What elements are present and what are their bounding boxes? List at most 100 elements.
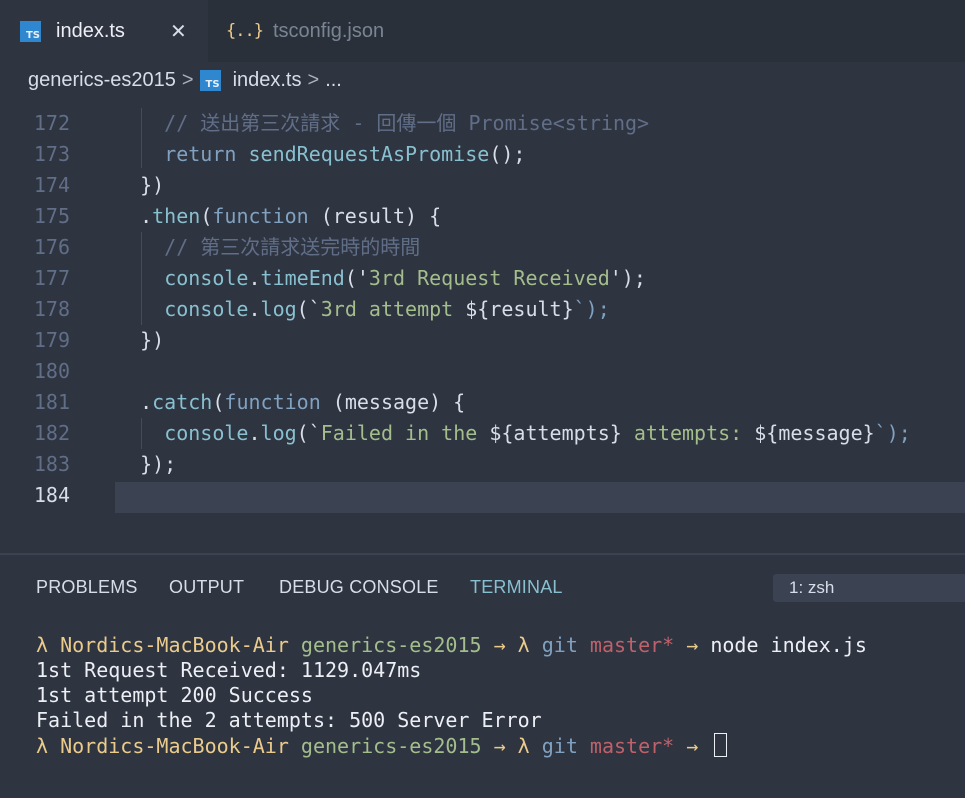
line-number: 177 xyxy=(33,266,70,290)
code-token: console xyxy=(164,421,249,445)
code-token: 3rd Request Received xyxy=(368,266,610,290)
close-icon[interactable]: ✕ xyxy=(170,19,187,44)
code-text: .then(function (result) { xyxy=(116,201,441,232)
terminal-output[interactable]: λ Nordics-MacBook-Air generics-es2015 → … xyxy=(36,633,867,758)
code-line: 176 // 第三次請求送完時的時間 xyxy=(0,232,965,263)
terminal-token: master* xyxy=(589,734,675,758)
code-token: `); xyxy=(573,297,610,321)
code-token: log xyxy=(260,421,297,445)
code-token: . xyxy=(248,421,261,445)
code-token: function xyxy=(224,390,321,414)
code-editor[interactable]: 172 // 送出第三次請求 - 回傳一個 Promise<string> 173… xyxy=(0,98,965,553)
line-number: 173 xyxy=(33,142,70,166)
code-line: 181 .catch(function (message) { xyxy=(0,387,965,418)
code-line: 175 .then(function (result) { xyxy=(0,201,965,232)
code-token: sendRequestAsPromise xyxy=(248,142,490,166)
terminal-token: 1st attempt 200 Success xyxy=(36,683,313,707)
line-number: 178 xyxy=(33,297,70,321)
code-token: console xyxy=(164,297,249,321)
json-braces-icon: {..} xyxy=(226,21,264,41)
terminal-line: 1st attempt 200 Success xyxy=(36,683,867,708)
code-line: 173 return sendRequestAsPromise(); xyxy=(0,139,965,170)
terminal-select[interactable]: 1: zsh xyxy=(773,574,965,602)
code-line: 174 }) xyxy=(0,170,965,201)
terminal-token: Failed in the 2 attempts: 500 Server Err… xyxy=(36,708,542,732)
tab-output[interactable]: OUTPUT xyxy=(169,577,244,598)
code-line: 183 }); xyxy=(0,449,965,480)
code-token: ${result} xyxy=(465,297,574,321)
line-number: 174 xyxy=(33,173,70,197)
terminal-line: λ Nordics-MacBook-Air generics-es2015 → … xyxy=(36,733,867,758)
editor-tab-bar: TS index.ts ✕ {..} tsconfig.json xyxy=(0,0,965,62)
code-text: // 第三次請求送完時的時間 xyxy=(116,232,420,263)
breadcrumb-folder[interactable]: generics-es2015 xyxy=(28,69,176,92)
code-token: . xyxy=(140,204,153,228)
tab-label: index.ts xyxy=(56,19,125,42)
code-token: ( xyxy=(200,204,213,228)
code-line: 184 xyxy=(0,480,965,511)
code-token: '); xyxy=(609,266,646,290)
code-token: (); xyxy=(489,142,526,166)
breadcrumb: generics-es2015 > TS index.ts > ... xyxy=(0,62,965,98)
terminal-token: → xyxy=(674,633,711,657)
line-number: 183 xyxy=(33,452,70,476)
terminal-token: λ Nordics-MacBook-Air xyxy=(36,734,301,758)
code-token: log xyxy=(260,297,297,321)
code-token: ${message} xyxy=(754,421,875,445)
code-token: ${attempts} xyxy=(489,421,622,445)
code-token: console xyxy=(164,266,249,290)
terminal-token: node index.js xyxy=(710,633,867,657)
code-token: then xyxy=(152,204,201,228)
breadcrumb-file[interactable]: index.ts xyxy=(233,69,302,92)
code-token: // 送出第三次請求 - 回傳一個 Promise<string> xyxy=(140,111,650,135)
code-token: (` xyxy=(296,297,321,321)
terminal-token: → λ xyxy=(481,633,542,657)
code-token: ( xyxy=(212,390,225,414)
terminal-line: Failed in the 2 attempts: 500 Server Err… xyxy=(36,708,867,733)
terminal-token: master* xyxy=(589,633,675,657)
code-line: 179 }) xyxy=(0,325,965,356)
code-token: attempts: xyxy=(621,421,755,445)
terminal-token: → xyxy=(674,734,711,758)
typescript-icon: TS xyxy=(20,20,41,42)
code-line: 180 xyxy=(0,356,965,387)
tab-label: tsconfig.json xyxy=(272,19,385,42)
code-token: catch xyxy=(152,390,213,414)
code-token: (message) { xyxy=(320,390,466,414)
code-token: }) xyxy=(140,173,165,197)
code-line: 182 console.log(`Failed in the ${attempt… xyxy=(0,418,965,449)
code-token: function xyxy=(212,204,309,228)
code-text: }) xyxy=(116,325,164,356)
code-token: 3rd attempt xyxy=(320,297,466,321)
tab-tsconfig-json[interactable]: {..} tsconfig.json xyxy=(208,0,428,62)
code-token: . xyxy=(248,266,261,290)
code-text: // 送出第三次請求 - 回傳一個 Promise<string> xyxy=(116,108,649,139)
code-token: (` xyxy=(296,421,321,445)
terminal-cursor xyxy=(714,733,728,757)
code-token: return xyxy=(164,142,237,166)
line-number: 179 xyxy=(33,328,70,352)
tab-problems[interactable]: PROBLEMS xyxy=(36,577,138,598)
code-line: 178 console.log(`3rd attempt ${result}`)… xyxy=(0,294,965,325)
line-number: 181 xyxy=(33,390,70,414)
tab-index-ts[interactable]: TS index.ts ✕ xyxy=(0,0,208,62)
code-text: }); xyxy=(116,449,176,480)
code-token: (result) { xyxy=(308,204,442,228)
terminal-line: λ Nordics-MacBook-Air generics-es2015 → … xyxy=(36,633,867,658)
line-number: 172 xyxy=(33,111,70,135)
code-token: . xyxy=(248,297,261,321)
breadcrumb-more[interactable]: ... xyxy=(325,69,342,92)
tab-terminal[interactable]: TERMINAL xyxy=(470,577,563,598)
code-token: timeEnd xyxy=(260,266,345,290)
code-text: console.log(`Failed in the ${attempts} a… xyxy=(116,418,911,449)
code-token: // 第三次請求送完時的時間 xyxy=(140,235,421,259)
tab-debug-console[interactable]: DEBUG CONSOLE xyxy=(279,577,439,598)
terminal-token: git xyxy=(541,633,590,657)
typescript-icon: TS xyxy=(199,69,221,91)
code-token: (' xyxy=(344,266,369,290)
